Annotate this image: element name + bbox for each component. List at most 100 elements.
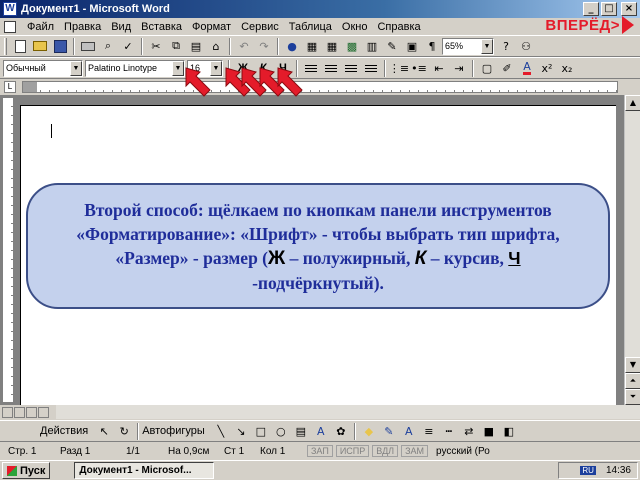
excel-button[interactable]: ▩ xyxy=(342,37,362,55)
print-button[interactable] xyxy=(78,37,98,55)
dash-style-button[interactable]: ┅ xyxy=(439,422,459,440)
copy-button[interactable]: ⧉ xyxy=(166,37,186,55)
font-color-icon: A xyxy=(523,59,531,75)
wordart-button[interactable]: A xyxy=(311,422,331,440)
highlight-button[interactable]: ✐ xyxy=(497,59,517,77)
free-rotate-button[interactable]: ↻ xyxy=(114,422,134,440)
oval-button[interactable]: ○ xyxy=(271,422,291,440)
status-trk[interactable]: ИСПР xyxy=(335,445,370,457)
new-document-button[interactable] xyxy=(10,37,30,55)
format-painter-button[interactable]: ⌂ xyxy=(206,37,226,55)
subscript-button[interactable]: x₂ xyxy=(557,59,577,77)
status-rec[interactable]: ЗАП xyxy=(307,445,333,457)
3d-button[interactable]: ◧ xyxy=(499,422,519,440)
align-left-button[interactable] xyxy=(301,59,321,77)
floppy-icon xyxy=(53,39,67,53)
toolbar-grip[interactable] xyxy=(4,37,7,55)
find-button[interactable]: ⚇ xyxy=(516,37,536,55)
menu-help[interactable]: Справка xyxy=(372,21,425,33)
vertical-scrollbar[interactable]: ▲ ▼ ⏶ ⏷ xyxy=(624,95,640,405)
align-right-button[interactable] xyxy=(341,59,361,77)
status-ovr[interactable]: ЗАМ xyxy=(401,445,429,457)
line-button[interactable]: ╲ xyxy=(211,422,231,440)
outline-view-button[interactable] xyxy=(38,406,49,418)
horizontal-scrollbar[interactable] xyxy=(56,405,640,419)
superscript-button[interactable]: x² xyxy=(537,59,557,77)
borders-button[interactable]: ▢ xyxy=(477,59,497,77)
spelling-button[interactable]: ✓ xyxy=(118,37,138,55)
numbering-button[interactable]: ⋮≡ xyxy=(389,59,409,77)
italic-button[interactable]: К xyxy=(253,59,273,77)
textbox-button[interactable]: ▤ xyxy=(291,422,311,440)
style-select[interactable]: Обычный ▼ xyxy=(3,59,83,77)
horizontal-ruler[interactable] xyxy=(22,81,618,93)
size-select[interactable]: 16 ▼ xyxy=(187,59,223,77)
forward-button[interactable]: ВПЕРЁД> xyxy=(545,15,634,35)
preview-button[interactable]: ⌕ xyxy=(98,37,118,55)
open-button[interactable] xyxy=(30,37,50,55)
menu-view[interactable]: Вид xyxy=(106,21,136,33)
tab-selector[interactable]: L xyxy=(4,81,16,93)
prev-page-button[interactable]: ⏶ xyxy=(625,373,640,389)
cut-button[interactable]: ✂ xyxy=(146,37,166,55)
fill-color-button[interactable]: ◆ xyxy=(359,422,379,440)
insert-table-button[interactable]: ▦ xyxy=(322,37,342,55)
menu-tools[interactable]: Сервис xyxy=(236,21,284,33)
maximize-button[interactable]: □ xyxy=(601,2,617,16)
save-button[interactable] xyxy=(50,37,70,55)
tables-button[interactable]: ▦ xyxy=(302,37,322,55)
normal-view-button[interactable] xyxy=(2,406,13,418)
autoshapes-menu[interactable]: Автофигуры xyxy=(142,425,205,437)
undo-button[interactable]: ↶ xyxy=(234,37,254,55)
line-style-button[interactable]: ≡ xyxy=(419,422,439,440)
print-view-button[interactable] xyxy=(26,406,37,418)
start-button[interactable]: Пуск xyxy=(2,462,51,479)
zoom-select[interactable]: 65% ▼ xyxy=(442,37,494,55)
menu-file[interactable]: Файл xyxy=(22,21,59,33)
underline-button[interactable]: Ч xyxy=(273,59,293,77)
justify-button[interactable] xyxy=(361,59,381,77)
document-map-button[interactable]: ▣ xyxy=(402,37,422,55)
font-select[interactable]: Palatino Linotype ▼ xyxy=(85,59,185,77)
select-objects-button[interactable]: ↖ xyxy=(94,422,114,440)
taskbar-word-button[interactable]: Документ1 - Microsof... xyxy=(74,462,215,479)
document-icon[interactable] xyxy=(4,20,16,33)
arrow-style-button[interactable]: ⇄ xyxy=(459,422,479,440)
actions-menu[interactable]: Действия xyxy=(40,425,88,437)
scroll-down-button[interactable]: ▼ xyxy=(625,357,640,373)
font-color-button[interactable]: A xyxy=(517,59,537,77)
shadow-button[interactable]: ■ xyxy=(479,422,499,440)
menu-format[interactable]: Формат xyxy=(187,21,236,33)
columns-button[interactable]: ▥ xyxy=(362,37,382,55)
separator xyxy=(472,59,474,77)
help-button[interactable]: ? xyxy=(496,37,516,55)
hyperlink-button[interactable]: ● xyxy=(282,37,302,55)
line-color-button[interactable]: ✎ xyxy=(379,422,399,440)
next-page-button[interactable]: ⏷ xyxy=(625,389,640,405)
clipboard-icon: ▤ xyxy=(190,39,202,53)
drawing-button[interactable]: ✎ xyxy=(382,37,402,55)
menu-insert[interactable]: Вставка xyxy=(136,21,187,33)
scroll-up-button[interactable]: ▲ xyxy=(625,95,640,111)
bullets-button[interactable]: •≡ xyxy=(409,59,429,77)
menu-window[interactable]: Окно xyxy=(337,21,373,33)
paste-button[interactable]: ▤ xyxy=(186,37,206,55)
clipart-button[interactable]: ✿ xyxy=(331,422,351,440)
minimize-button[interactable]: _ xyxy=(583,2,599,16)
bold-button[interactable]: Ж xyxy=(233,59,253,77)
close-button[interactable]: × xyxy=(621,2,637,16)
vertical-ruler[interactable] xyxy=(2,97,14,403)
increase-indent-button[interactable]: ⇥ xyxy=(449,59,469,77)
menu-table[interactable]: Таблица xyxy=(284,21,337,33)
align-center-button[interactable] xyxy=(321,59,341,77)
arrow-button[interactable]: ↘ xyxy=(231,422,251,440)
show-hide-button[interactable]: ¶ xyxy=(422,37,442,55)
decrease-indent-button[interactable]: ⇤ xyxy=(429,59,449,77)
rectangle-button[interactable]: □ xyxy=(251,422,271,440)
web-view-button[interactable] xyxy=(14,406,25,418)
language-indicator[interactable]: RU xyxy=(580,466,596,475)
status-ext[interactable]: ВДЛ xyxy=(372,445,399,457)
font-color-draw-button[interactable]: A xyxy=(399,422,419,440)
redo-button[interactable]: ↷ xyxy=(254,37,274,55)
menu-edit[interactable]: Правка xyxy=(59,21,106,33)
